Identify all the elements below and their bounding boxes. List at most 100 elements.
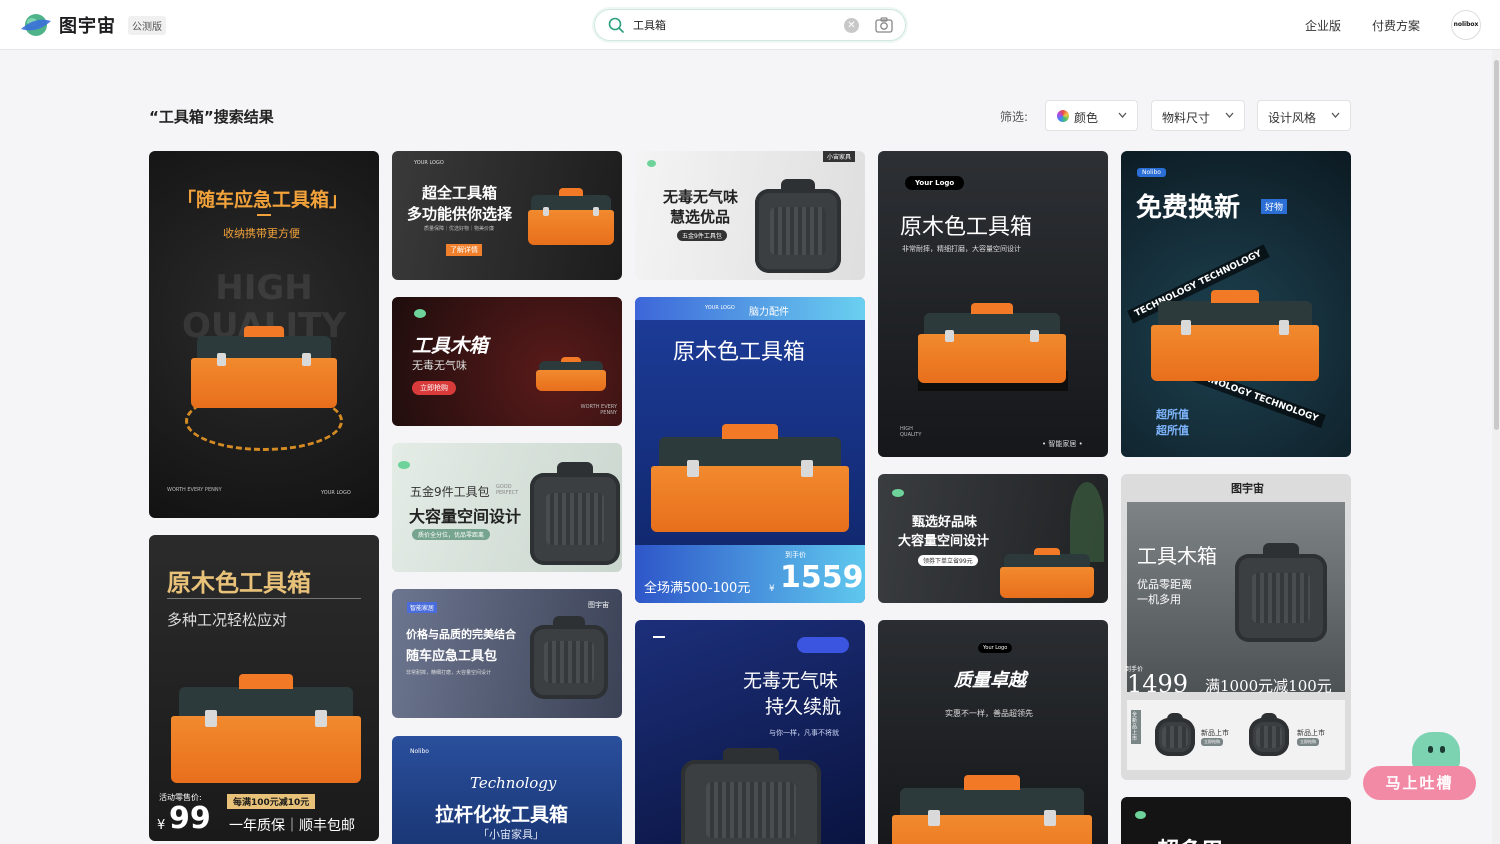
price-value: 1559: [780, 560, 864, 595]
card-tag: 脑力配件: [749, 307, 789, 318]
card-small-text: 非常耐摔，精细打磨，大容量空间设计: [902, 245, 1021, 253]
card-line2: 持久续航: [765, 696, 842, 718]
brand-name[interactable]: 图宇宙: [59, 12, 116, 38]
card-small-text: 与你一样，凡事不将就: [769, 729, 839, 737]
logo-pill: [797, 637, 849, 653]
card-logo: Nolibo: [410, 748, 429, 755]
leaf-logo-icon: [1135, 811, 1146, 819]
divider: [653, 636, 665, 638]
promo-text: 全场满500-100元: [644, 581, 751, 596]
template-card[interactable]: Nolibo Technology 拉杆化妆工具箱 「小宙家具」: [392, 736, 622, 844]
card-footer-text: WORTH EVERY PENNY: [167, 487, 222, 493]
toolbox-image: [651, 423, 849, 532]
currency-symbol: ¥: [769, 584, 775, 594]
card-logo: Nolibo: [1137, 168, 1166, 177]
enterprise-link[interactable]: 企业版: [1305, 17, 1341, 34]
mini-title: 新品上市: [1201, 729, 1229, 737]
card-subtitle: 一机多用: [1137, 593, 1181, 606]
beta-badge: 公测版: [128, 16, 166, 35]
card-footer-text: WORTH EVERY PENNY: [580, 404, 617, 416]
template-card[interactable]: Nolibo 免费换新 好物 TECHNOLOGY TECHNOLOGY TEC…: [1121, 151, 1351, 457]
currency-symbol: ¥: [157, 818, 166, 833]
user-avatar[interactable]: nolibox: [1451, 10, 1481, 40]
search-icon[interactable]: [608, 17, 624, 33]
template-card[interactable]: 无毒无气味 持久续航 与你一样，凡事不将就: [635, 620, 865, 844]
value-text: 超所值: [1156, 424, 1189, 437]
card-tag: 小宙家具: [823, 151, 856, 162]
card-logo: 图宇宙: [1231, 482, 1264, 495]
card-footer-text: HIGH QUALITY: [900, 426, 922, 438]
template-card[interactable]: 「随车应急工具箱」 收纳携带更方便 HIGH QUALITY WORTH EVE…: [149, 151, 379, 518]
toolbox-image: [171, 673, 361, 783]
template-card[interactable]: 智能家居 图宇宙 价格与品质的完美结合 随车应急工具包 非常耐摔，精细打磨，大容…: [392, 589, 622, 718]
mascot-eye: [1440, 746, 1445, 753]
template-card[interactable]: Your Logo 质量卓越 实惠不一样，善品超领先: [878, 620, 1108, 844]
gray-case-image: [1155, 713, 1195, 756]
search-bar: ✕: [594, 9, 906, 41]
template-card[interactable]: 五金9件工具包 GOOD PERFECT 大容量空间设计 质价全分位，优品零距离: [392, 443, 622, 572]
style-filter-dropdown[interactable]: 设计风格: [1257, 100, 1351, 131]
planet-logo-icon[interactable]: [20, 12, 52, 38]
size-filter-dropdown[interactable]: 物料尺寸: [1151, 100, 1245, 131]
card-line1: Technology: [470, 774, 557, 792]
top-header: 图宇宙 公测版 ✕ 企业版 付费方案 nolibox: [0, 0, 1500, 50]
card-line2: 慧选优品: [670, 208, 731, 226]
card-slogan: 一年质保｜顺丰包邮: [229, 818, 355, 834]
card-line3: 「小宙家具」: [478, 828, 544, 841]
divider: [257, 214, 271, 216]
card-line1: 无毒无气味: [743, 670, 839, 692]
template-card[interactable]: 原木色工具箱 多种工况轻松应对 活动零售价: 每满100元减10元 ¥ 99 一…: [149, 535, 379, 841]
card-badge: 好物: [1261, 199, 1288, 214]
feedback-mascot-icon[interactable]: [1412, 732, 1460, 770]
camera-icon[interactable]: [875, 17, 893, 33]
scrollbar-thumb[interactable]: [1494, 60, 1499, 430]
price-value: 99: [169, 801, 211, 836]
card-logo: Your Logo: [905, 176, 965, 190]
plant-decoration: [1070, 482, 1104, 562]
search-results-title: “工具箱”搜索结果: [149, 108, 274, 126]
template-card[interactable]: 超多用: [1121, 797, 1351, 844]
gray-case-image: [681, 748, 821, 844]
gray-case-image: [530, 461, 620, 565]
pricing-link[interactable]: 付费方案: [1372, 17, 1420, 34]
card-pill: 质价全分位，优品零距离: [412, 529, 491, 540]
card-title: 「随车应急工具箱」: [177, 189, 349, 211]
card-line1: 超全工具箱: [422, 184, 498, 202]
clear-search-icon[interactable]: ✕: [844, 18, 859, 33]
template-card[interactable]: 图宇宙 工具木箱 优品零距离 一机多用 到手价 1499 满1000元减100元…: [1121, 474, 1351, 780]
template-card[interactable]: 小宙家具 无毒无气味 慧选优品 五金9件工具包: [635, 151, 865, 280]
card-small-text: 质量保障｜优选好物｜物美价廉: [424, 226, 495, 232]
card-subtitle: 多种工况轻松应对: [167, 611, 288, 629]
card-title: 工具木箱: [1137, 544, 1217, 568]
card-line2: 大容量空间设计: [409, 507, 522, 526]
card-logo: 图宇宙: [588, 601, 609, 609]
divider: [167, 598, 361, 599]
template-card[interactable]: Your Logo 原木色工具箱 非常耐摔，精细打磨，大容量空间设计 HIGH …: [878, 151, 1108, 457]
card-logo: YOUR LOGO: [414, 160, 444, 166]
card-title: 工具木箱: [412, 335, 489, 357]
toolbox-image: [892, 775, 1092, 844]
card-title: 质量卓越: [954, 670, 1026, 691]
template-card[interactable]: YOUR LOGO 超全工具箱 多功能供你选择 质量保障｜优选好物｜物美价廉 了…: [392, 151, 622, 280]
toolbox-image: [536, 356, 606, 391]
promo-text: 满1000元减100元: [1205, 677, 1332, 695]
price-label: 到手价: [785, 551, 806, 559]
dropdown-label: 设计风格: [1268, 111, 1317, 125]
feedback-button[interactable]: 马上吐槽: [1363, 766, 1476, 800]
template-card[interactable]: 工具木箱 无毒无气味 立即抢购 WORTH EVERY PENNY: [392, 297, 622, 426]
card-pill: 五金9件工具包: [677, 230, 727, 241]
chevron-down-icon: [1331, 112, 1340, 118]
search-input[interactable]: [633, 15, 833, 35]
template-card[interactable]: 甄选好品味 大容量空间设计 领券下单立省99元: [878, 474, 1108, 603]
color-filter-dropdown[interactable]: 颜色: [1045, 100, 1138, 131]
gray-case-image: [755, 178, 841, 273]
color-wheel-icon: [1057, 110, 1069, 122]
card-title: 原木色工具箱: [167, 569, 311, 597]
card-line2: 拉杆化妆工具箱: [435, 804, 569, 826]
template-card[interactable]: YOUR LOGO 脑力配件 原木色工具箱 全场满500-100元 到手价 ¥ …: [635, 297, 865, 603]
dropdown-label: 物料尺寸: [1162, 111, 1211, 125]
card-line1: 五金9件工具包: [410, 485, 490, 499]
leaf-logo-icon: [892, 489, 904, 497]
card-title: 超多用: [1157, 833, 1223, 844]
card-tag: GOOD PERFECT: [496, 484, 519, 496]
